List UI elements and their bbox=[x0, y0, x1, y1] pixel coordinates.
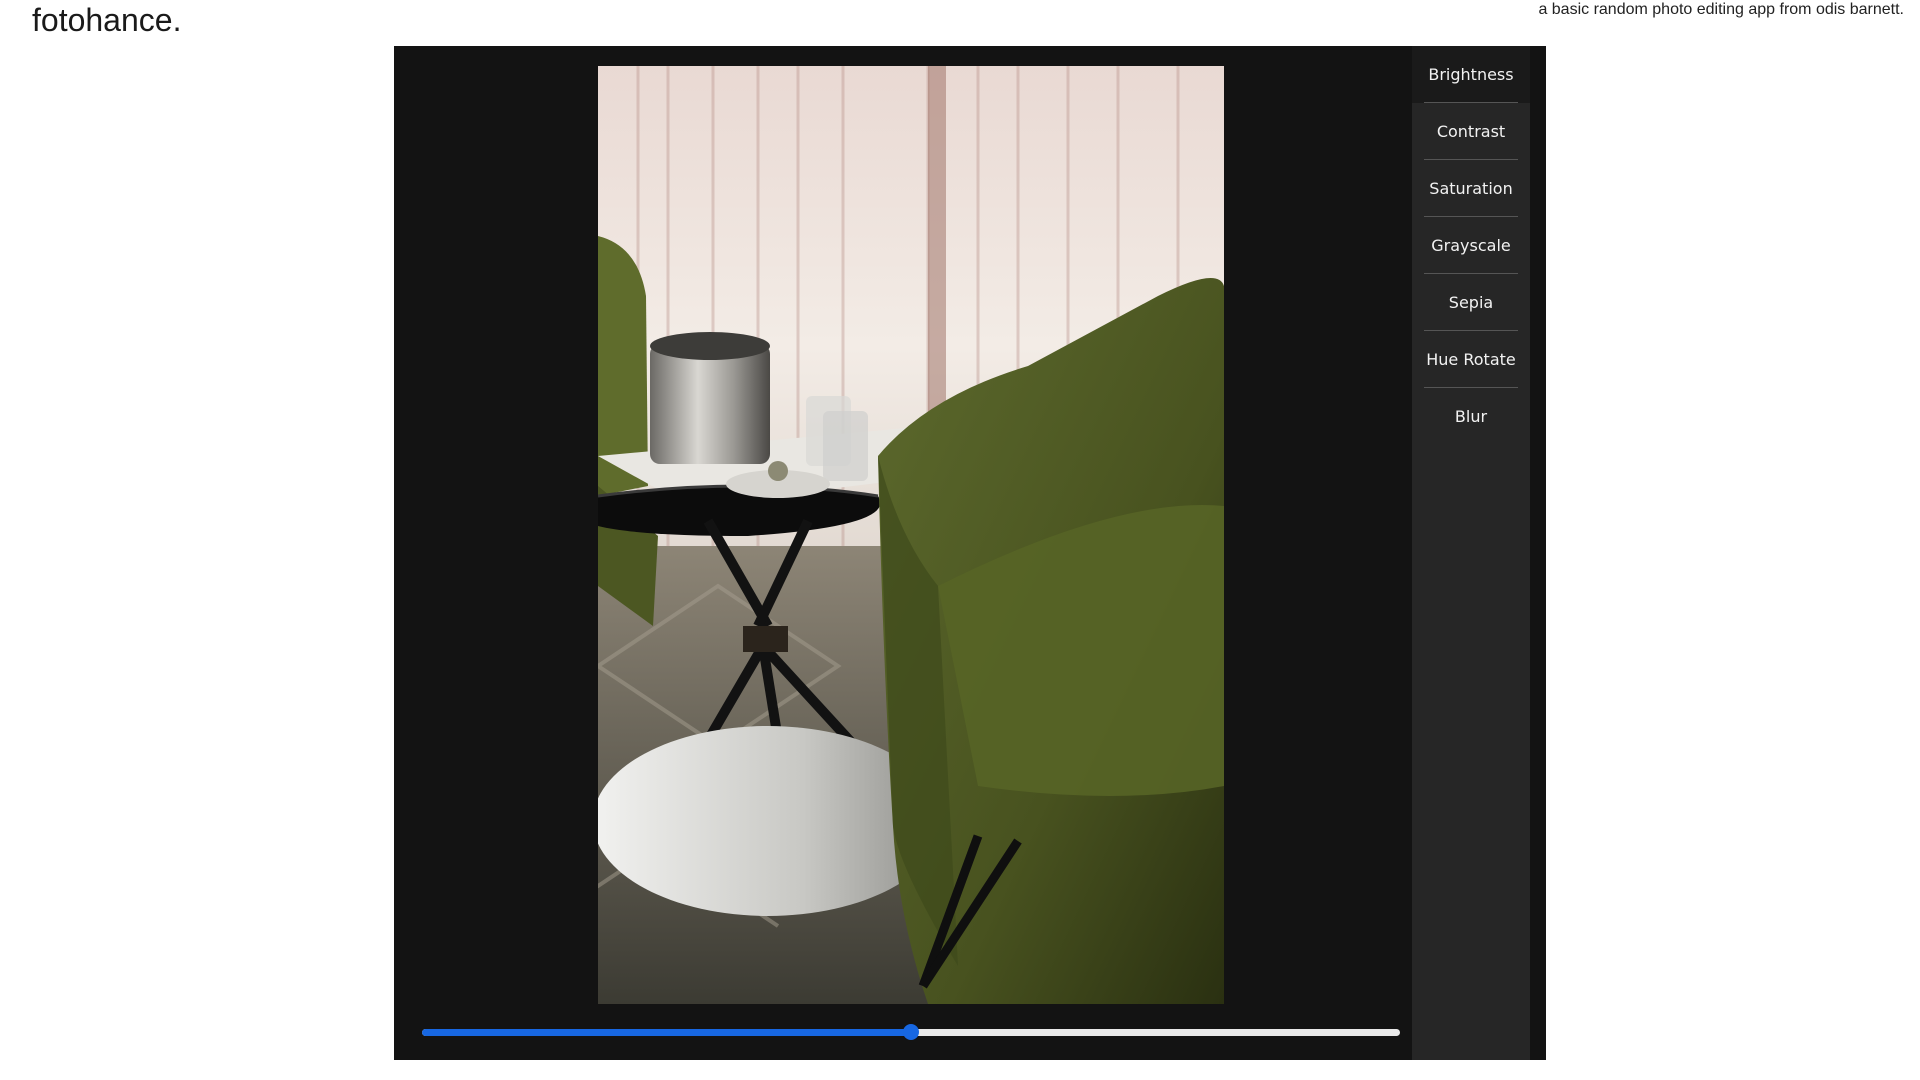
sidebar-item-brightness[interactable]: Brightness bbox=[1412, 46, 1530, 103]
adjustment-slider[interactable] bbox=[422, 1024, 1400, 1040]
tagline: a basic random photo editing app from od… bbox=[1538, 1, 1904, 18]
filter-sidebar: Brightness Contrast Saturation Grayscale… bbox=[1412, 46, 1530, 1060]
slider-fill bbox=[422, 1029, 911, 1036]
sidebar-item-label: Saturation bbox=[1429, 179, 1513, 198]
sidebar-item-grayscale[interactable]: Grayscale bbox=[1412, 217, 1530, 274]
slider-thumb[interactable] bbox=[903, 1024, 919, 1040]
sidebar-item-sepia[interactable]: Sepia bbox=[1412, 274, 1530, 331]
sidebar-item-contrast[interactable]: Contrast bbox=[1412, 103, 1530, 160]
sidebar-item-label: Hue Rotate bbox=[1426, 350, 1516, 369]
header: fotohance. a basic random photo editing … bbox=[0, 0, 1920, 46]
sidebar-edge bbox=[1530, 46, 1546, 1060]
brand-logo-text: fotohance. bbox=[32, 2, 182, 38]
sidebar-item-saturation[interactable]: Saturation bbox=[1412, 160, 1530, 217]
sidebar-item-label: Contrast bbox=[1436, 122, 1506, 141]
sidebar-item-label: Brightness bbox=[1428, 65, 1514, 84]
sidebar-item-label: Blur bbox=[1454, 407, 1488, 426]
sidebar-item-label: Sepia bbox=[1448, 293, 1494, 312]
sidebar-item-blur[interactable]: Blur bbox=[1412, 388, 1530, 445]
photo-preview bbox=[598, 66, 1224, 1004]
editor-panel: Brightness Contrast Saturation Grayscale… bbox=[394, 46, 1546, 1060]
sidebar-item-label: Grayscale bbox=[1431, 236, 1511, 255]
photo-image bbox=[598, 66, 1224, 1004]
sidebar-item-hue-rotate[interactable]: Hue Rotate bbox=[1412, 331, 1530, 388]
